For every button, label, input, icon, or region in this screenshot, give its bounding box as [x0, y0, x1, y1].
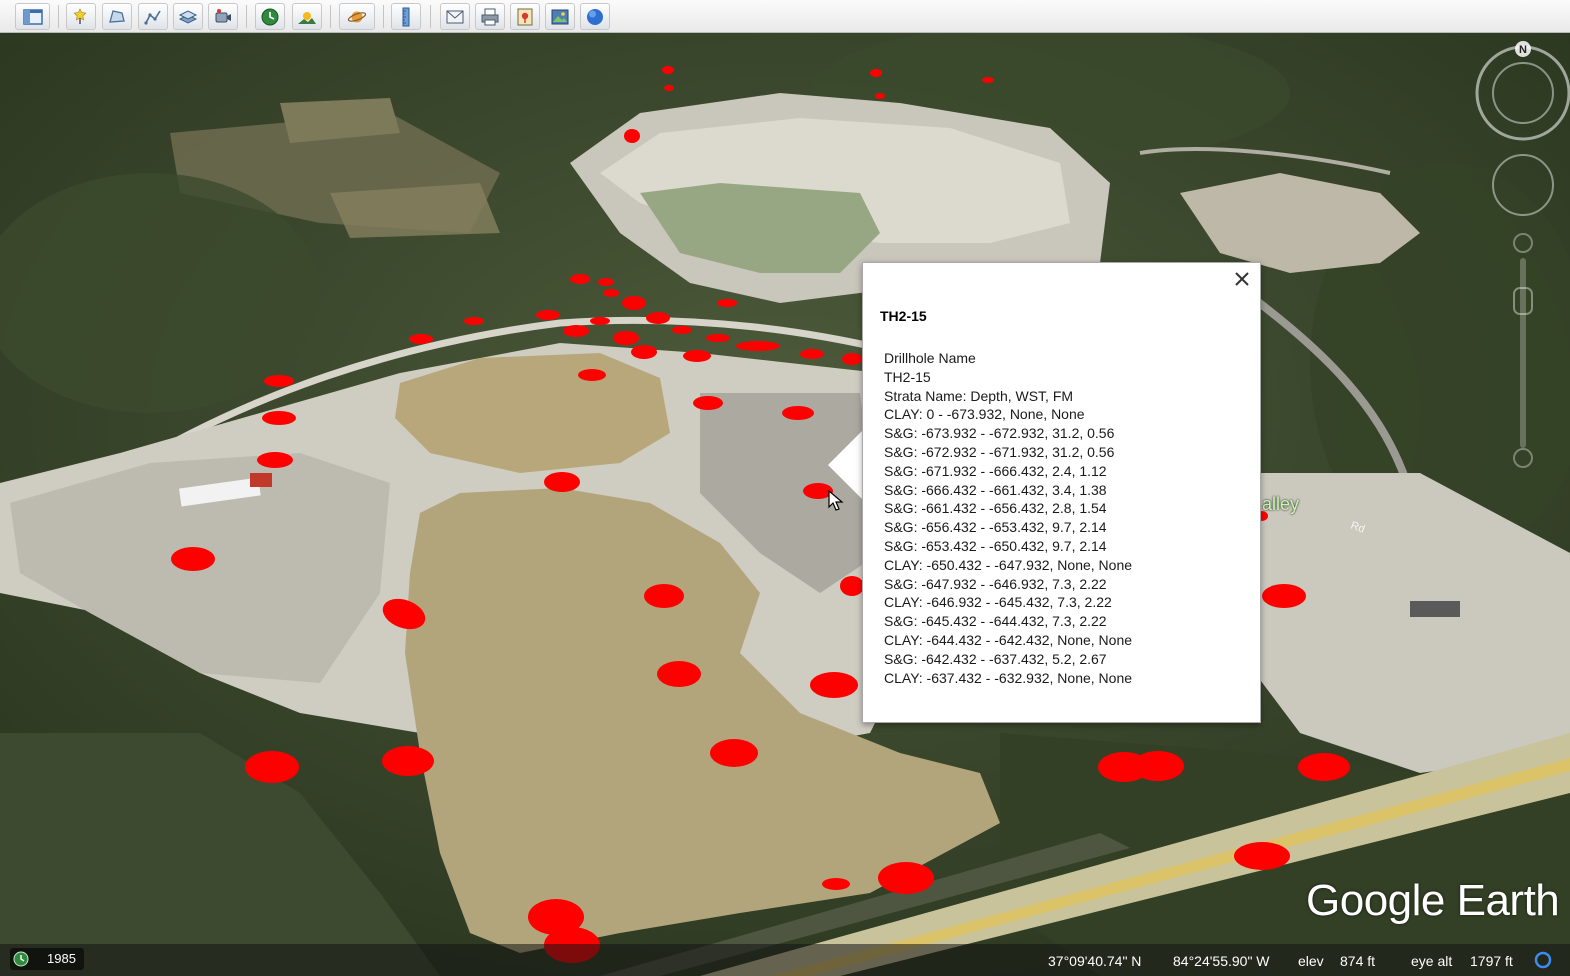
balloon-line: S&G: -666.432 - -661.432, 3.4, 1.38	[884, 481, 1107, 498]
planets-button[interactable]	[339, 3, 375, 30]
balloon-line: S&G: -653.432 - -650.432, 9.7, 2.14	[884, 537, 1107, 554]
view-in-maps-button[interactable]	[510, 3, 540, 30]
mouse-cursor-icon	[828, 490, 844, 511]
record-tour-button[interactable]	[208, 3, 238, 30]
streaming-indicator-icon	[1534, 951, 1552, 969]
balloon-line: CLAY: -644.432 - -642.432, None, None	[884, 631, 1133, 648]
compass-icon[interactable]: N	[1475, 41, 1570, 141]
navigation-controls: N	[1460, 33, 1570, 513]
balloon-line: S&G: -671.932 - -666.432, 2.4, 1.12	[884, 462, 1107, 479]
historical-imagery-date[interactable]: 1985	[10, 948, 84, 970]
status-bar: 1985 37°09'40.74" N 84°24'55.90" W elev …	[0, 944, 1570, 976]
eye-altitude-label: eye alt	[1411, 953, 1453, 969]
save-image-icon	[551, 9, 569, 24]
planets-icon	[347, 11, 367, 22]
view-in-maps-icon	[517, 8, 533, 25]
add-polygon-button[interactable]	[102, 3, 132, 30]
balloon-line: S&G: -673.932 - -672.932, 31.2, 0.56	[884, 425, 1115, 442]
print-icon	[481, 8, 499, 25]
balloon-line: S&G: -642.432 - -637.432, 5.2, 2.67	[884, 650, 1107, 667]
ruler-button[interactable]	[391, 3, 421, 30]
google-earth-watermark: Google Earth	[1306, 876, 1560, 925]
toolbar	[0, 0, 1570, 33]
add-path-button[interactable]	[138, 3, 168, 30]
close-icon	[1235, 272, 1249, 286]
save-image-button[interactable]	[545, 3, 575, 30]
add-overlay-button[interactable]	[173, 3, 203, 30]
sunlight-icon	[298, 11, 316, 24]
eye-altitude-value: 1797 ft	[1470, 953, 1513, 969]
balloon-line: Drillhole Name	[884, 350, 976, 366]
balloon-title: TH2-15	[880, 308, 927, 324]
ruler-icon	[402, 7, 410, 26]
sunlight-button[interactable]	[292, 3, 322, 30]
email-icon	[446, 10, 464, 23]
map-view[interactable]: Rd alley Google Earth	[0, 33, 1570, 976]
record-tour-icon	[215, 8, 231, 22]
satellite-imagery: Rd	[0, 33, 1570, 976]
historical-imagery-icon	[261, 8, 279, 25]
balloon-body: Drillhole Name TH2-15 Strata Name: Depth…	[884, 349, 1132, 687]
balloon-line: CLAY: -650.432 - -647.932, None, None	[884, 556, 1133, 573]
sidebar-toggle-icon	[22, 8, 43, 25]
print-button[interactable]	[475, 3, 505, 30]
zoom-slider[interactable]	[1513, 233, 1533, 468]
balloon-line: S&G: -661.432 - -656.432, 2.8, 1.54	[884, 500, 1107, 517]
drillhole-info-balloon: TH2-15 Drillhole Name TH2-15 Strata Name…	[862, 262, 1261, 723]
add-overlay-icon	[178, 9, 198, 24]
elevation-value: 874 ft	[1340, 953, 1376, 969]
historical-imagery-button[interactable]	[255, 3, 285, 30]
balloon-line: CLAY: 0 - -673.932, None, None	[884, 406, 1085, 423]
balloon-line: CLAY: -646.932 - -645.432, 7.3, 2.22	[884, 594, 1112, 611]
balloon-line: S&G: -656.432 - -653.432, 9.7, 2.14	[884, 519, 1107, 536]
sidebar-toggle-button[interactable]	[15, 3, 50, 30]
look-joystick-icon[interactable]	[1492, 154, 1554, 216]
earth-icon	[587, 8, 603, 25]
compass-north-label: N	[1519, 44, 1527, 56]
balloon-line: Strata Name: Depth, WST, FM	[884, 387, 1074, 404]
balloon-line: S&G: -672.932 - -671.932, 31.2, 0.56	[884, 443, 1115, 460]
latitude-readout: 37°09'40.74" N	[1048, 953, 1142, 969]
add-polygon-icon	[109, 9, 125, 23]
balloon-line: S&G: -647.932 - -646.932, 7.3, 2.22	[884, 575, 1107, 592]
add-placemark-icon	[73, 7, 87, 24]
balloon-line: CLAY: -637.432 - -632.932, None, None	[884, 669, 1133, 686]
clock-icon	[13, 951, 29, 967]
close-balloon-button[interactable]	[1232, 269, 1252, 289]
elevation-label: elev	[1298, 953, 1324, 969]
balloon-line: S&G: -645.432 - -644.432, 7.3, 2.22	[884, 613, 1107, 630]
longitude-readout: 84°24'55.90" W	[1173, 953, 1270, 969]
earth-view-button[interactable]	[580, 3, 610, 30]
place-label: alley	[1262, 494, 1300, 514]
add-placemark-button[interactable]	[66, 3, 96, 30]
balloon-line: TH2-15	[884, 368, 931, 385]
email-button[interactable]	[440, 3, 470, 30]
add-path-icon	[144, 10, 161, 25]
imagery-year: 1985	[47, 951, 76, 966]
